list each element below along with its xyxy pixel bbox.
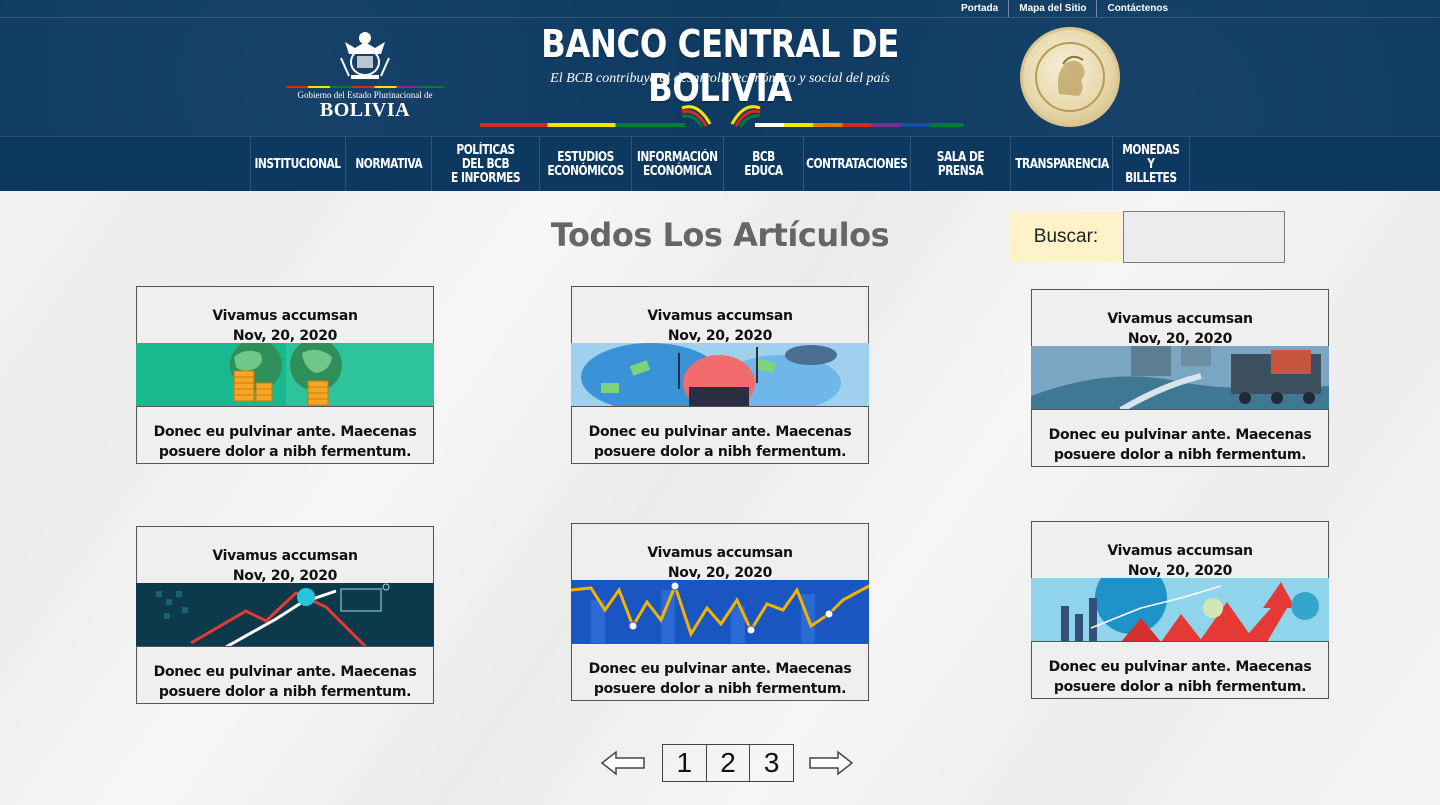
top-links: Portada Mapa del Sitio Contáctenos xyxy=(0,0,1440,18)
article-excerpt-line1: Donec eu pulvinar ante. Maecenas xyxy=(588,424,852,440)
search-label: Buscar: xyxy=(1010,212,1122,262)
article-title: Vivamus accumsan xyxy=(647,545,793,561)
flag-bar-right xyxy=(755,123,963,127)
bank-seal-logo[interactable] xyxy=(1020,27,1120,127)
nav-item-monedas[interactable]: MONEDAS Y BILLETES xyxy=(1112,137,1190,192)
page-button-2[interactable]: 2 xyxy=(705,745,750,781)
government-logo[interactable]: Gobierno del Estado Plurinacional de BOL… xyxy=(285,28,445,128)
nav-item-institucional[interactable]: INSTITUCIONAL xyxy=(250,137,345,192)
left-arrow-icon[interactable] xyxy=(600,750,646,776)
nav-item-contrataciones[interactable]: CONTRATACIONES xyxy=(803,137,910,192)
article-excerpt-line1: Donec eu pulvinar ante. Maecenas xyxy=(1048,427,1312,443)
main-nav: INSTITUCIONAL NORMATIVA POLÍTICAS DEL BC… xyxy=(0,136,1440,192)
article-excerpt-line1: Donec eu pulvinar ante. Maecenas xyxy=(153,424,417,440)
swirl-left-icon xyxy=(681,105,712,128)
article-card-header: Vivamus accumsan Nov, 20, 2020 xyxy=(136,286,434,344)
article-card-footer: Donec eu pulvinar ante. Maecenas posuere… xyxy=(571,406,869,464)
top-link-mapa-sitio[interactable]: Mapa del Sitio xyxy=(1008,0,1096,17)
nav-item-estudios[interactable]: ESTUDIOS ECONÓMICOS xyxy=(539,137,631,192)
page-numbers: 1 2 3 xyxy=(662,744,794,782)
nav-item-sala-prensa[interactable]: SALA DE PRENSA xyxy=(910,137,1010,192)
article-card[interactable]: Vivamus accumsan Nov, 20, 2020 Donec eu … xyxy=(571,523,869,701)
search-input[interactable] xyxy=(1123,211,1285,263)
article-excerpt-line2: posuere dolor a nibh fermentum. xyxy=(158,444,412,460)
article-image[interactable] xyxy=(1031,346,1329,410)
article-title: Vivamus accumsan xyxy=(212,548,358,564)
article-card[interactable]: Vivamus accumsan Nov, 20, 2020 Donec eu … xyxy=(1031,521,1329,699)
article-card[interactable]: Vivamus accumsan Nov, 20, 2020 Donec eu … xyxy=(1031,289,1329,467)
seal-portrait-icon xyxy=(1057,55,1085,96)
nav-item-informacion[interactable]: INFORMACIÓN ECONÓMICA xyxy=(631,137,723,192)
bank-tagline: El BCB contribuye al desarrollo económic… xyxy=(550,71,890,86)
article-excerpt-line2: posuere dolor a nibh fermentum. xyxy=(158,684,412,700)
article-excerpt-line1: Donec eu pulvinar ante. Maecenas xyxy=(153,664,417,680)
article-image[interactable] xyxy=(1031,578,1329,642)
article-card[interactable]: Vivamus accumsan Nov, 20, 2020 Donec eu … xyxy=(136,526,434,704)
article-image[interactable] xyxy=(571,343,869,407)
gov-logo-line2: BOLIVIA xyxy=(319,99,411,121)
article-title: Vivamus accumsan xyxy=(647,308,793,324)
article-card-footer: Donec eu pulvinar ante. Maecenas posuere… xyxy=(1031,409,1329,467)
article-excerpt-line2: posuere dolor a nibh fermentum. xyxy=(1053,447,1307,463)
article-title: Vivamus accumsan xyxy=(212,308,358,324)
page-button-1[interactable]: 1 xyxy=(663,745,706,781)
article-excerpt-line2: posuere dolor a nibh fermentum. xyxy=(593,681,847,697)
page-title: Todos Los Artículos xyxy=(550,216,890,254)
flag-bar-left xyxy=(480,123,685,127)
nav-item-politicas[interactable]: POLÍTICAS DEL BCB E INFORMES xyxy=(431,137,539,192)
article-card[interactable]: Vivamus accumsan Nov, 20, 2020 Donec eu … xyxy=(571,286,869,464)
article-card-footer: Donec eu pulvinar ante. Maecenas posuere… xyxy=(136,646,434,704)
article-title: Vivamus accumsan xyxy=(1107,311,1253,327)
article-card-footer: Donec eu pulvinar ante. Maecenas posuere… xyxy=(1031,641,1329,699)
article-excerpt-line1: Donec eu pulvinar ante. Maecenas xyxy=(1048,659,1312,675)
article-card-header: Vivamus accumsan Nov, 20, 2020 xyxy=(571,286,869,344)
top-link-contactenos[interactable]: Contáctenos xyxy=(1096,0,1178,17)
article-card-footer: Donec eu pulvinar ante. Maecenas posuere… xyxy=(571,643,869,701)
site-header: Portada Mapa del Sitio Contáctenos Gobie… xyxy=(0,0,1440,192)
article-card[interactable]: Vivamus accumsan Nov, 20, 2020 Donec eu … xyxy=(136,286,434,464)
top-link-portada[interactable]: Portada xyxy=(951,0,1008,17)
bank-title: BANCO CENTRAL DE BOLIVIA xyxy=(541,22,899,110)
article-card-footer: Donec eu pulvinar ante. Maecenas posuere… xyxy=(136,406,434,464)
nav-item-normativa[interactable]: NORMATIVA xyxy=(345,137,431,192)
article-image[interactable] xyxy=(136,343,434,407)
article-card-header: Vivamus accumsan Nov, 20, 2020 xyxy=(571,523,869,581)
article-card-header: Vivamus accumsan Nov, 20, 2020 xyxy=(1031,289,1329,347)
article-card-header: Vivamus accumsan Nov, 20, 2020 xyxy=(1031,521,1329,579)
gov-color-stripe xyxy=(286,86,444,88)
nav-item-bcb-educa[interactable]: BCB EDUCA xyxy=(723,137,803,192)
coat-of-arms-icon xyxy=(335,28,395,80)
page-button-3[interactable]: 3 xyxy=(749,745,793,781)
article-title: Vivamus accumsan xyxy=(1107,543,1253,559)
article-card-header: Vivamus accumsan Nov, 20, 2020 xyxy=(136,526,434,584)
article-image[interactable] xyxy=(136,583,434,647)
article-image[interactable] xyxy=(571,580,869,644)
nav-item-transparencia[interactable]: TRANSPARENCIA xyxy=(1010,137,1112,192)
right-arrow-icon[interactable] xyxy=(808,750,854,776)
article-excerpt-line2: posuere dolor a nibh fermentum. xyxy=(1053,679,1307,695)
seal-inner-ring xyxy=(1035,42,1105,112)
article-excerpt-line1: Donec eu pulvinar ante. Maecenas xyxy=(588,661,852,677)
article-excerpt-line2: posuere dolor a nibh fermentum. xyxy=(593,444,847,460)
